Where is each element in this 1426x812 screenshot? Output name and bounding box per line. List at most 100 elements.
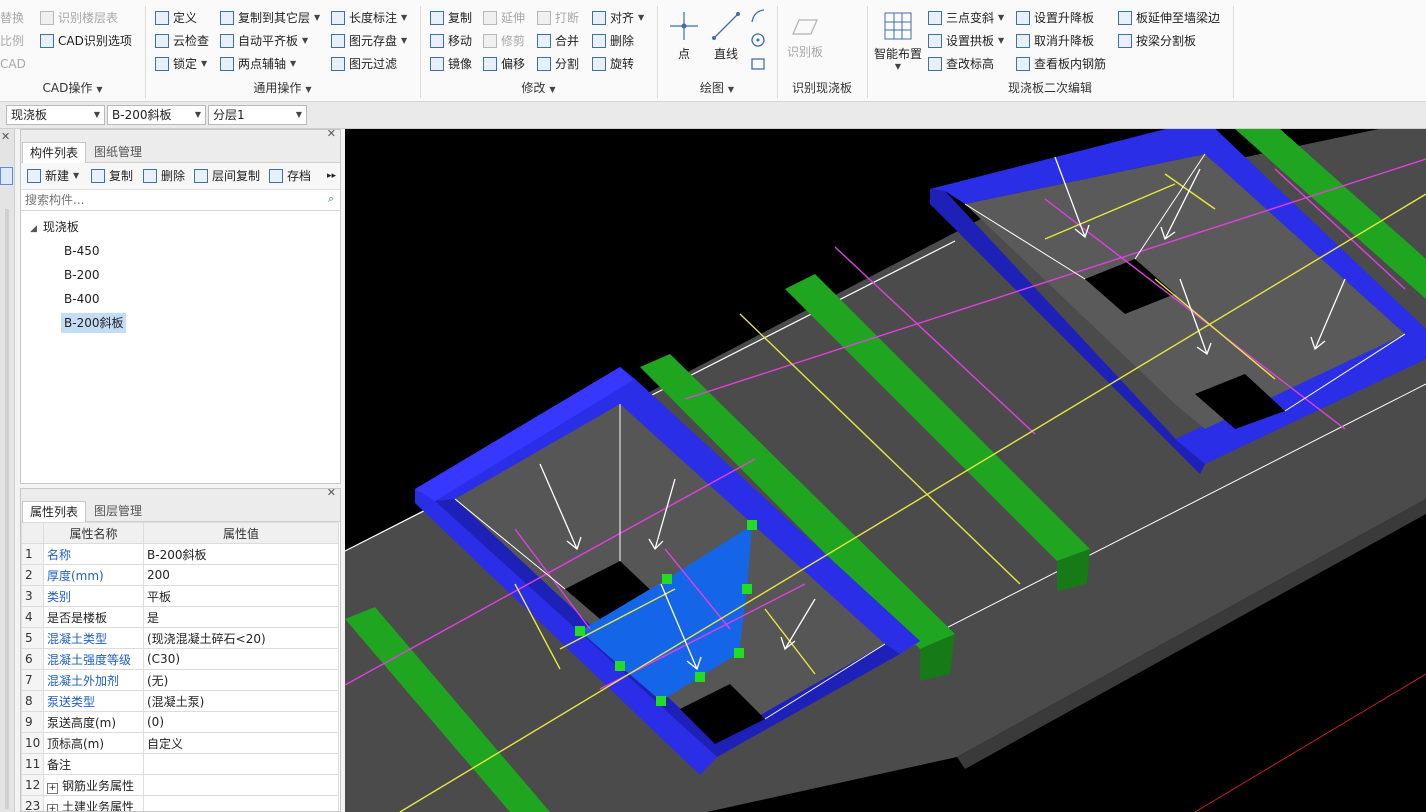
view-rebar-button[interactable]: 查看板内钢筋 — [1016, 54, 1106, 74]
property-value[interactable] — [143, 795, 339, 811]
expand-icon[interactable]: + — [47, 803, 58, 811]
copy-to-other-layer-button[interactable]: 复制到其它层 ▼ — [220, 8, 320, 28]
property-row[interactable]: 5 混凝土类型 (现浇混凝土碎石<20) — [21, 627, 339, 649]
property-row[interactable]: 2 厚度(mm) 200 — [21, 564, 339, 586]
group-label-common[interactable]: 通用操作 ▼ — [145, 79, 420, 97]
property-value[interactable]: (0) — [143, 711, 339, 733]
tree-item-b200-sloped[interactable]: B-200斜板 — [61, 313, 127, 333]
delete-button[interactable]: 删除 — [592, 31, 634, 51]
property-value[interactable]: 是 — [143, 606, 339, 628]
close-icon[interactable]: ✕ — [1, 130, 10, 143]
property-row[interactable]: 4 是否是楼板是 — [21, 606, 339, 628]
offset-button[interactable]: 偏移 — [483, 54, 525, 74]
layer-selector[interactable]: 分层1 ▼ — [208, 105, 307, 125]
property-value[interactable]: 平板 — [143, 585, 339, 607]
replace-button[interactable]: 替换 — [0, 8, 24, 28]
strip-scrollbar[interactable] — [5, 209, 9, 809]
property-row[interactable]: 10 顶标高(m) 自定义 — [21, 732, 339, 754]
property-value[interactable]: 自定义 — [143, 732, 339, 754]
property-row[interactable]: 8 泵送类型 (混凝土泵) — [21, 690, 339, 712]
property-row[interactable]: 23 + 土建业务属性 — [21, 795, 339, 811]
identify-slab-button[interactable]: 识别板 — [783, 12, 827, 60]
property-row[interactable]: 7 混凝土外加剂 (无) — [21, 669, 339, 691]
tree-item-b450[interactable]: B-450 — [61, 241, 102, 261]
archive-button[interactable]: 存档 — [269, 166, 311, 186]
property-row[interactable]: 1 名称 B-200斜板 — [21, 543, 339, 565]
auto-flat-slab-button[interactable]: 自动平齐板 ▼ — [220, 31, 308, 51]
split-button[interactable]: 分割 — [537, 54, 579, 74]
copy-button[interactable]: 复制 — [430, 8, 472, 28]
property-value[interactable] — [143, 753, 339, 775]
property-value[interactable]: (现浇混凝土碎石<20) — [143, 627, 339, 649]
element-filter-button[interactable]: 图元过滤 — [331, 54, 397, 74]
property-value[interactable]: (混凝土泵) — [143, 690, 339, 712]
new-component-button[interactable]: 新建 ▼ — [27, 166, 79, 186]
property-row[interactable]: 11 备注 — [21, 753, 339, 775]
property-row[interactable]: 3 类别 平板 — [21, 585, 339, 607]
cancel-raise-lower-button[interactable]: 取消升降板 — [1016, 31, 1094, 51]
set-arch-button[interactable]: 设置拱板 ▼ — [928, 31, 1004, 51]
property-row[interactable]: 9 泵送高度(m) (0) — [21, 711, 339, 733]
group-label-draw[interactable]: 绘图 ▼ — [657, 79, 777, 97]
rectangle-button[interactable] — [750, 56, 766, 75]
nav-toggle-icon[interactable] — [0, 167, 13, 185]
set-raise-lower-button[interactable]: 设置升降板 — [1016, 8, 1094, 28]
property-value[interactable]: (无) — [143, 669, 339, 691]
length-mark-button[interactable]: 长度标注 ▼ — [331, 8, 407, 28]
smart-layout-button[interactable]: 智能布置 ▼ — [872, 10, 924, 71]
tab-layer-management[interactable]: 图层管理 — [87, 501, 149, 521]
align-button[interactable]: 对齐 ▼ — [592, 8, 644, 28]
scale-button[interactable]: 比例 — [0, 31, 24, 51]
tree-item-b200[interactable]: B-200 — [61, 265, 102, 285]
property-value[interactable] — [143, 774, 339, 796]
tree-root-cast-slab[interactable]: ◢ 现浇板 — [27, 217, 82, 237]
merge-button[interactable]: 合并 — [537, 31, 579, 51]
cad-identify-options-button[interactable]: CAD识别选项 — [40, 31, 132, 51]
group-label-cad[interactable]: CAD操作 ▼ — [0, 79, 145, 97]
expand-icon[interactable]: + — [47, 782, 58, 794]
group-label-modify[interactable]: 修改 ▼ — [420, 79, 657, 97]
trim-button[interactable]: 修剪 — [483, 31, 525, 51]
property-value[interactable]: 200 — [143, 564, 339, 586]
rotate-button[interactable]: 旋转 — [592, 54, 634, 74]
check-elevation-button[interactable]: 查改标高 — [928, 54, 994, 74]
copy-component-button[interactable]: 复制 — [91, 166, 133, 186]
property-row[interactable]: 12 + 钢筋业务属性 — [21, 774, 339, 796]
mirror-button[interactable]: 镜像 — [430, 54, 472, 74]
arc-button[interactable] — [750, 8, 766, 27]
point-button[interactable]: 点 — [668, 10, 700, 62]
3d-model-canvas[interactable] — [345, 129, 1426, 812]
extend-to-beam-button[interactable]: 板延伸至墙梁边 — [1118, 8, 1220, 28]
three-point-slope-button[interactable]: 三点变斜 ▼ — [928, 8, 1004, 28]
property-row[interactable]: 6 混凝土强度等级 (C30) — [21, 648, 339, 670]
tab-component-list[interactable]: 构件列表 — [22, 142, 87, 163]
element-save-button[interactable]: 图元存盘 ▼ — [331, 31, 407, 51]
tab-property-list[interactable]: 属性列表 — [22, 501, 87, 522]
cloud-check-button[interactable]: 云检查 — [155, 31, 209, 51]
identify-floor-table-button[interactable]: 识别楼层表 — [40, 8, 118, 28]
property-value[interactable]: (C30) — [143, 648, 339, 670]
line-button[interactable]: 直线 — [708, 10, 744, 62]
component-selector[interactable]: B-200斜板 ▼ — [107, 105, 206, 125]
tab-drawing-management[interactable]: 图纸管理 — [87, 142, 149, 162]
type-selector[interactable]: 现浇板 ▼ — [6, 105, 105, 125]
close-icon[interactable]: ✕ — [327, 127, 336, 140]
extend-button[interactable]: 延伸 — [483, 8, 525, 28]
move-button[interactable]: 移动 — [430, 31, 472, 51]
property-value[interactable]: B-200斜板 — [143, 543, 339, 565]
delete-component-button[interactable]: 删除 — [143, 166, 185, 186]
lock-button[interactable]: 锁定 ▼ — [155, 54, 207, 74]
two-point-axis-button[interactable]: 两点辅轴 ▼ — [220, 54, 296, 74]
break-button[interactable]: 打断 — [537, 8, 579, 28]
3d-viewport[interactable] — [345, 129, 1426, 812]
layer-copy-button[interactable]: 层间复制 — [194, 166, 260, 186]
close-icon[interactable]: ✕ — [327, 489, 336, 499]
more-icon[interactable]: ▸▸ — [327, 166, 336, 186]
cad-button[interactable]: CAD — [0, 54, 26, 74]
circle-button[interactable] — [750, 32, 766, 51]
search-input[interactable] — [23, 190, 317, 210]
tree-item-b400[interactable]: B-400 — [61, 289, 102, 309]
split-by-beam-button[interactable]: 按梁分割板 — [1118, 31, 1196, 51]
define-button[interactable]: 定义 — [155, 8, 197, 28]
search-icon[interactable]: ⌕ — [328, 192, 334, 206]
